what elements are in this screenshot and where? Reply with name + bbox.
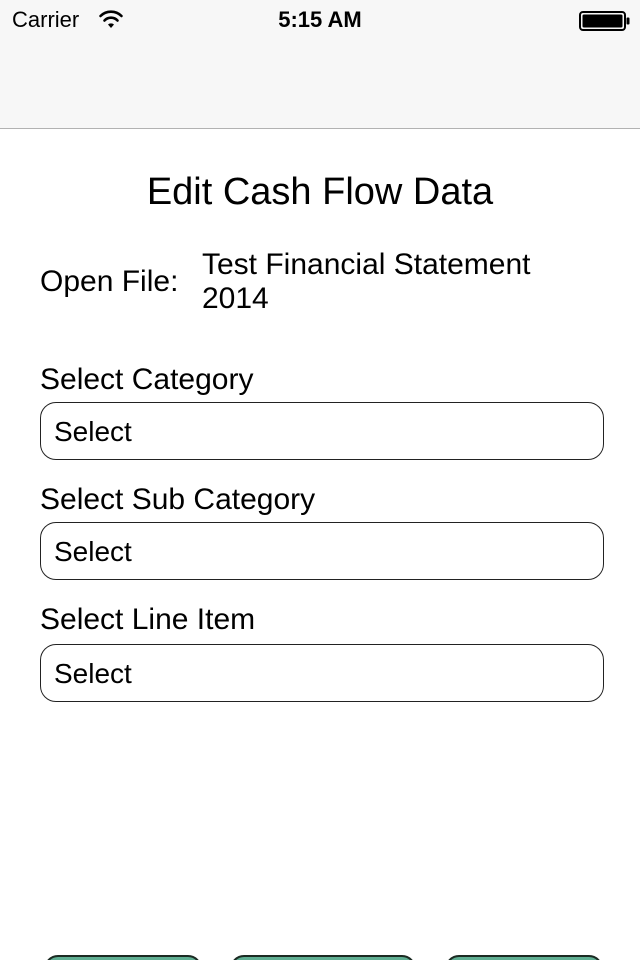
battery-icon (579, 11, 631, 31)
open-file-value: Test Financial Statement 2014 (202, 248, 531, 315)
line-item-label: Select Line Item (40, 603, 256, 636)
sub-category-label: Select Sub Category (40, 483, 316, 516)
sub-category-select[interactable]: Select (40, 522, 604, 580)
navigation-bar: Carrier 5:15 AM (0, 0, 640, 129)
category-label: Select Category (40, 363, 254, 396)
category-select[interactable]: Select (40, 402, 604, 460)
line-item-select-value: Select (54, 658, 132, 689)
bottom-button-left[interactable] (44, 955, 202, 960)
screen: Carrier 5:15 AM Edit Cash Flow Data Open… (0, 0, 640, 960)
bottom-button-right[interactable] (445, 955, 603, 960)
category-select-value: Select (54, 416, 132, 447)
bottom-button-center[interactable] (230, 955, 416, 960)
page-title: Edit Cash Flow Data (146, 171, 494, 213)
line-item-select[interactable]: Select (40, 644, 604, 702)
sub-category-select-value: Select (54, 536, 132, 567)
status-time: 5:15 AM (278, 7, 362, 32)
open-file-label: Open File: (40, 265, 179, 298)
